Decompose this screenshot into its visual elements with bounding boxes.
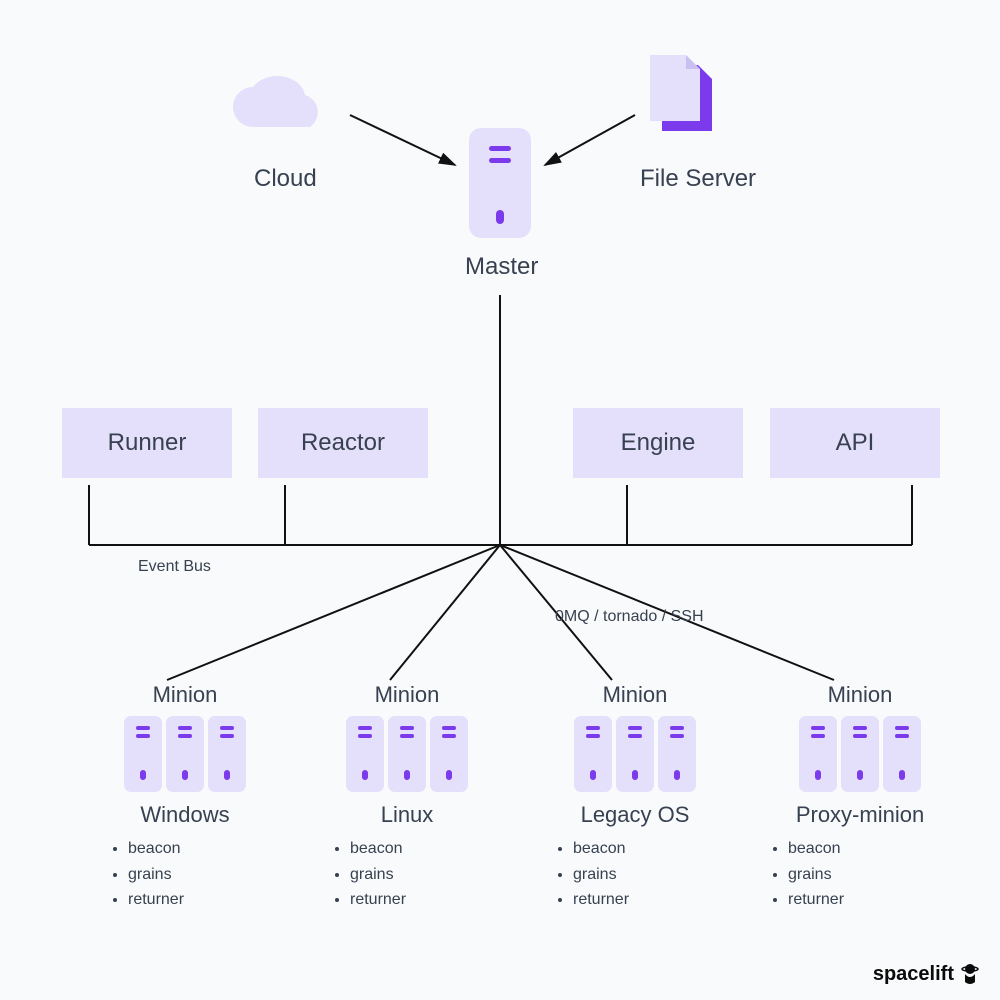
minion-title: Minion — [100, 682, 270, 708]
engine-box: Engine — [573, 408, 743, 478]
minion-os: Linux — [322, 802, 492, 828]
minion-items: beacon grains returner — [545, 836, 725, 913]
list-item: grains — [788, 862, 960, 888]
list-item: returner — [350, 887, 492, 913]
list-item: grains — [350, 862, 492, 888]
minion-items: beacon grains returner — [322, 836, 492, 913]
list-item: returner — [128, 887, 270, 913]
list-item: beacon — [573, 836, 725, 862]
list-item: beacon — [350, 836, 492, 862]
minion-os: Windows — [100, 802, 270, 828]
event-bus-label: Event Bus — [138, 558, 211, 576]
minion-servers-icon — [322, 716, 492, 792]
minion-group-1: Minion Linux beacon grains returner — [322, 682, 492, 913]
cloud-icon — [225, 72, 335, 142]
astronaut-icon — [958, 962, 982, 986]
brand-text: spacelift — [873, 963, 954, 986]
minion-group-0: Minion Windows beacon grains returner — [100, 682, 270, 913]
list-item: returner — [788, 887, 960, 913]
list-item: beacon — [788, 836, 960, 862]
minion-os: Legacy OS — [545, 802, 725, 828]
minion-group-3: Minion Proxy-minion beacon grains return… — [760, 682, 960, 913]
minion-title: Minion — [322, 682, 492, 708]
cloud-label: Cloud — [254, 165, 317, 193]
minion-items: beacon grains returner — [100, 836, 270, 913]
minion-title: Minion — [760, 682, 960, 708]
file-server-icon — [640, 55, 720, 145]
minion-group-2: Minion Legacy OS beacon grains returner — [545, 682, 725, 913]
minion-servers-icon — [760, 716, 960, 792]
runner-box: Runner — [62, 408, 232, 478]
file-server-label: File Server — [640, 165, 756, 193]
minion-os: Proxy-minion — [760, 802, 960, 828]
minion-items: beacon grains returner — [760, 836, 960, 913]
reactor-box: Reactor — [258, 408, 428, 478]
api-box: API — [770, 408, 940, 478]
list-item: beacon — [128, 836, 270, 862]
list-item: returner — [573, 887, 725, 913]
list-item: grains — [128, 862, 270, 888]
master-label: Master — [465, 253, 538, 281]
master-server-icon — [469, 128, 531, 238]
spacelift-logo: spacelift — [873, 962, 982, 986]
list-item: grains — [573, 862, 725, 888]
minion-title: Minion — [545, 682, 725, 708]
transport-label: 0MQ / tornado / SSH — [555, 608, 704, 626]
minion-servers-icon — [100, 716, 270, 792]
minion-servers-icon — [545, 716, 725, 792]
